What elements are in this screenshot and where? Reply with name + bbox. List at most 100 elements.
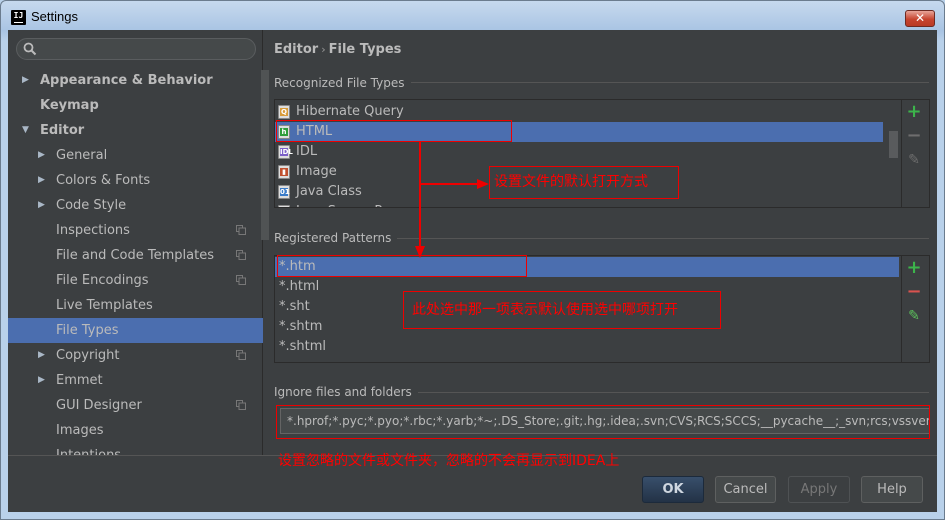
project-settings-copy-icon xyxy=(236,350,246,360)
pattern-label: *.sht xyxy=(279,299,310,314)
breadcrumb-current: File Types xyxy=(328,42,402,57)
sidebar-item-label: Editor xyxy=(40,123,85,138)
sidebar-item-label: Appearance & Behavior xyxy=(40,73,213,88)
file-type-row[interactable]: IDL IDL xyxy=(275,142,875,162)
expand-right-icon[interactable]: ▶ xyxy=(38,343,48,368)
sidebar-item-emmet[interactable]: ▶ Emmet xyxy=(8,368,263,393)
expand-down-icon[interactable]: ▼ xyxy=(22,118,32,143)
sidebar-item-label: General xyxy=(56,148,108,163)
sidebar-item-file-encodings[interactable]: File Encodings xyxy=(8,268,263,293)
settings-search-input[interactable] xyxy=(16,38,256,60)
sidebar-item-label: Code Style xyxy=(56,198,127,213)
file-type-label: Java Class xyxy=(296,184,362,199)
sidebar-item-file-and-code-templates[interactable]: File and Code Templates xyxy=(8,243,263,268)
sidebar-item-label: Colors & Fonts xyxy=(56,173,151,188)
file-type-row[interactable]: Java Server Page xyxy=(275,202,875,207)
file-types-toolbar: + − ✎ xyxy=(901,100,929,207)
settings-tree: ▶ Appearance & Behavior Keymap ▼ Editor ▶ Gene… xyxy=(8,68,263,455)
window-title: Settings xyxy=(31,9,78,24)
expand-right-icon[interactable]: ▶ xyxy=(22,68,32,93)
sidebar-item-live-templates[interactable]: Live Templates xyxy=(8,293,263,318)
expand-right-icon[interactable]: ▶ xyxy=(38,368,48,393)
file-type-label: Image xyxy=(296,164,337,179)
minus-icon: − xyxy=(906,281,922,302)
recognized-file-types-title: Recognized File Types xyxy=(274,76,411,90)
file-type-glyph: 01 xyxy=(280,188,290,196)
minus-icon: − xyxy=(906,125,922,146)
sidebar-item-label: File Types xyxy=(56,323,119,338)
annotation-ignore-highlight xyxy=(276,405,930,439)
sidebar-item-file-types[interactable]: File Types xyxy=(8,318,263,343)
annotation-horizontal-line xyxy=(419,183,479,185)
sidebar-item-label: Emmet xyxy=(56,373,103,388)
pencil-icon: ✎ xyxy=(908,152,920,168)
expand-right-icon[interactable]: ▶ xyxy=(38,143,48,168)
sidebar-item-general[interactable]: ▶ General xyxy=(8,143,263,168)
sidebar-item-images[interactable]: Images xyxy=(8,418,263,443)
settings-sidebar: ▶ Appearance & Behavior Keymap ▼ Editor ▶ Gene… xyxy=(8,30,269,455)
annotation-arrow-right xyxy=(477,179,489,189)
sidebar-item-editor[interactable]: ▼ Editor xyxy=(8,118,263,143)
sidebar-item-label: Keymap xyxy=(40,98,99,113)
pattern-label: *.html xyxy=(279,279,320,294)
sidebar-item-appearance-behavior[interactable]: ▶ Appearance & Behavior xyxy=(8,68,263,93)
project-settings-copy-icon xyxy=(236,400,246,410)
sidebar-item-intentions[interactable]: Intentions xyxy=(8,443,263,455)
sidebar-item-code-style[interactable]: ▶ Code Style xyxy=(8,193,263,218)
image-file-icon: ▮ xyxy=(278,165,290,179)
sidebar-item-label: Images xyxy=(56,423,104,438)
expand-right-icon[interactable]: ▶ xyxy=(38,193,48,218)
cancel-button[interactable]: Cancel xyxy=(715,476,776,503)
file-type-label: IDL xyxy=(296,144,318,159)
file-types-panel: Editor › File Types Recognized File Types … xyxy=(264,30,937,455)
apply-button[interactable]: Apply xyxy=(788,476,850,503)
edit-pattern-button[interactable]: ✎ xyxy=(906,308,922,324)
pattern-label: *.shtm xyxy=(279,319,323,334)
annotation-ignore-note-text: 设置忽略的文件或文件夹，忽略的不会再显示到IDEA上 xyxy=(278,453,620,469)
help-button[interactable]: Help xyxy=(861,476,923,503)
project-settings-copy-icon xyxy=(236,225,246,235)
project-settings-copy-icon xyxy=(236,250,246,260)
ok-button[interactable]: OK xyxy=(642,476,704,503)
annotation-pattern-highlight xyxy=(277,255,527,277)
edit-file-type-button[interactable]: ✎ xyxy=(906,152,922,168)
add-pattern-button[interactable]: + xyxy=(906,257,922,278)
file-type-glyph: IDL xyxy=(280,148,293,156)
file-type-label: Java Server Page xyxy=(296,202,406,207)
sidebar-item-colors-fonts[interactable]: ▶ Colors & Fonts xyxy=(8,168,263,193)
title-bar[interactable]: IJ Settings ✕ xyxy=(0,0,945,30)
file-type-glyph: Q xyxy=(280,108,288,116)
search-icon xyxy=(23,42,37,56)
remove-file-type-button[interactable]: − xyxy=(906,125,922,146)
sidebar-item-label: Copyright xyxy=(56,348,120,363)
project-settings-copy-icon xyxy=(236,275,246,285)
java-class-icon: 01 xyxy=(278,185,290,199)
sidebar-item-label: Live Templates xyxy=(56,298,153,313)
sidebar-item-label: File Encodings xyxy=(56,273,149,288)
annotation-pattern-note-text: 此处选中那一项表示默认使用选中哪项打开 xyxy=(412,302,678,318)
registered-patterns-title: Registered Patterns xyxy=(274,231,398,245)
file-type-row[interactable]: Q Hibernate Query xyxy=(275,102,875,122)
jsp-file-icon xyxy=(278,205,290,207)
sidebar-item-keymap[interactable]: Keymap xyxy=(8,93,263,118)
pencil-icon: ✎ xyxy=(908,308,920,324)
sidebar-item-label: GUI Designer xyxy=(56,398,142,413)
file-type-label: Hibernate Query xyxy=(296,104,404,119)
sidebar-item-label: Inspections xyxy=(56,223,130,238)
file-types-scrollbar[interactable] xyxy=(889,131,898,158)
plus-icon: + xyxy=(906,101,922,122)
annotation-default-open-text: 设置文件的默认打开方式 xyxy=(494,174,648,190)
sidebar-item-gui-designer[interactable]: GUI Designer xyxy=(8,393,263,418)
pattern-row[interactable]: *.shtml xyxy=(275,337,899,357)
plus-icon: + xyxy=(906,257,922,278)
sidebar-item-inspections[interactable]: Inspections xyxy=(8,218,263,243)
expand-right-icon[interactable]: ▶ xyxy=(38,168,48,193)
sidebar-item-copyright[interactable]: ▶ Copyright xyxy=(8,343,263,368)
intellij-app-icon: IJ xyxy=(11,10,26,25)
remove-pattern-button[interactable]: − xyxy=(906,281,922,302)
close-window-button[interactable]: ✕ xyxy=(905,10,935,27)
breadcrumb-parent: Editor xyxy=(274,42,319,57)
pattern-label: *.shtml xyxy=(279,339,327,354)
add-file-type-button[interactable]: + xyxy=(906,101,922,122)
ignore-files-title: Ignore files and folders xyxy=(274,385,418,399)
